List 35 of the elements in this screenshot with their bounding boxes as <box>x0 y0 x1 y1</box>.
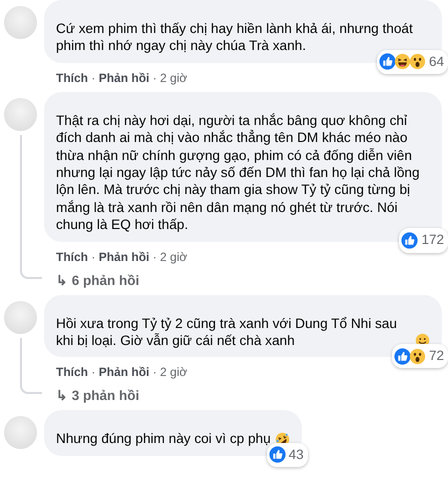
separator: · <box>91 70 96 85</box>
surprised-face-icon <box>408 348 426 365</box>
separator: · <box>152 365 157 380</box>
reaction-count: 43 <box>288 446 304 464</box>
timestamp[interactable]: 2 giờ <box>160 365 188 380</box>
reaction-summary[interactable]: 172 <box>399 228 448 253</box>
like-icon <box>394 348 411 365</box>
reply-link[interactable]: Phản hồi <box>98 70 150 85</box>
reply-link[interactable]: Phản hồi <box>98 365 150 380</box>
separator: · <box>91 250 96 264</box>
surprised-face-icon <box>408 53 426 70</box>
like-link[interactable]: Thích <box>56 250 88 264</box>
view-replies-link[interactable]: ↳ 6 phản hồi <box>44 270 140 291</box>
reaction-count: 64 <box>428 52 444 71</box>
like-icon <box>268 446 286 464</box>
separator: · <box>91 365 96 380</box>
avatar[interactable] <box>4 300 37 334</box>
like-icon <box>401 232 418 250</box>
separator: · <box>152 250 157 264</box>
avatar[interactable] <box>4 416 37 450</box>
reaction-summary[interactable]: 64 <box>376 50 448 74</box>
reaction-summary[interactable]: 72 <box>392 344 448 368</box>
timestamp[interactable]: 2 giờ <box>160 250 188 264</box>
laughing-face-icon <box>394 53 411 70</box>
reply-link[interactable]: Phản hồi <box>98 250 150 264</box>
reaction-count: 72 <box>428 347 444 366</box>
separator: · <box>152 70 157 85</box>
like-icon <box>378 53 396 70</box>
view-replies-link[interactable]: ↳ 3 phản hồi <box>44 386 140 407</box>
avatar[interactable] <box>4 98 37 131</box>
timestamp[interactable]: 2 giờ <box>160 70 188 85</box>
like-link[interactable]: Thích <box>56 365 88 380</box>
like-link[interactable]: Thích <box>56 70 88 85</box>
reaction-count: 172 <box>421 231 444 250</box>
avatar[interactable] <box>4 6 37 39</box>
